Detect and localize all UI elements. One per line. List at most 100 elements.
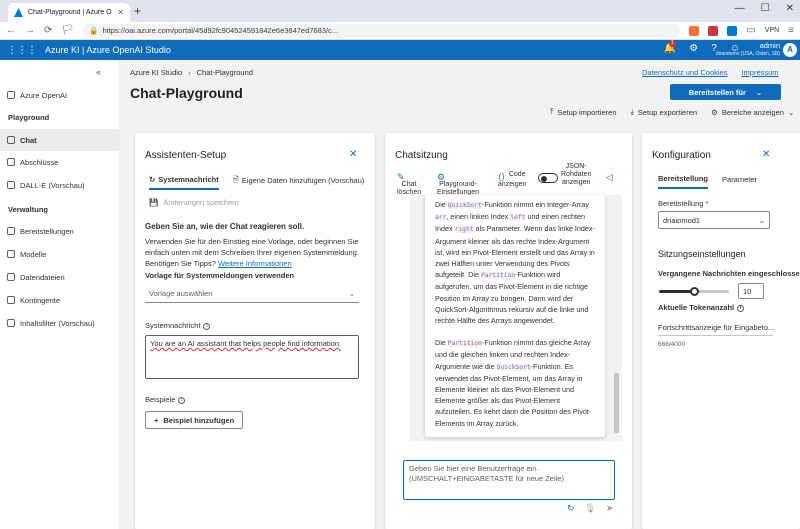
url-text: https://oai.azure.com/portal/45d92fc9045…: [102, 26, 339, 35]
sidebar-item-content-filters[interactable]: Inhaltsfilter (Vorschau): [0, 312, 119, 334]
user-subtitle: driaodemo (USA, Osten, SB): [715, 51, 780, 57]
user-info[interactable]: admin driaodemo (USA, Osten, SB): [716, 42, 780, 58]
audio-icon[interactable]: ◁: [606, 173, 613, 182]
learn-more-link[interactable]: Weitere Informationen: [218, 259, 292, 268]
gear-icon: ⚙: [437, 172, 446, 182]
sidebar-item-azure-openai[interactable]: Azure OpenAI: [0, 84, 119, 106]
notifications-icon[interactable]: 🔔 1: [664, 40, 676, 54]
address-bar[interactable]: 🔒 https://oai.azure.com/portal/45d92fc90…: [83, 23, 681, 38]
chat-icon: [7, 136, 15, 144]
deployment-label: Bereitstellung *: [658, 199, 709, 208]
sidebar-item-dalle[interactable]: DALL-E (Vorschau): [0, 174, 119, 196]
clear-chat-button[interactable]: ✎ Chat löschen: [397, 171, 421, 197]
info-icon[interactable]: i: [737, 304, 745, 312]
brand-title[interactable]: Azure KI | Azure OpenAI Studio: [45, 45, 171, 55]
tab-system-message[interactable]: ↻ Systemnachricht: [149, 175, 219, 190]
avatar[interactable]: A: [783, 43, 797, 57]
browser-tab[interactable]: Chat-Playground | Azure OpenAI St... ✕: [8, 3, 130, 22]
setup-title: Assistenten-Setup: [145, 150, 227, 161]
past-messages-input[interactable]: 10: [738, 283, 764, 299]
save-icon: 💾: [149, 198, 159, 207]
deployment-dropdown[interactable]: driaiomod1 ⌄: [658, 211, 770, 229]
extension-icon[interactable]: [708, 25, 719, 36]
minimize-icon[interactable]: —: [735, 3, 745, 14]
sidebar-item-quotas[interactable]: Kontingente: [0, 289, 119, 311]
show-panels-button[interactable]: ⚙ Bereiche anzeigen ⌄: [711, 108, 794, 117]
add-example-button[interactable]: + Beispiel hinzufügen: [145, 411, 244, 429]
sidebar-toggle-icon[interactable]: ▭: [746, 25, 755, 36]
close-setup-icon[interactable]: ✕: [349, 149, 357, 160]
completions-icon: [7, 158, 15, 166]
info-icon[interactable]: i: [203, 322, 211, 330]
sidebar-item-datafiles[interactable]: Datendateien: [0, 266, 119, 288]
vpn-button[interactable]: VPN: [765, 27, 779, 34]
settings-gear-icon[interactable]: ⚙: [689, 43, 698, 54]
top-links: Datenschutz und Cookies Impressum: [642, 68, 779, 77]
maximize-icon[interactable]: ☐: [761, 3, 770, 14]
sidebar-section-admin: Verwaltung: [8, 205, 49, 214]
privacy-link[interactable]: Datenschutz und Cookies: [642, 68, 727, 77]
back-icon[interactable]: ←: [6, 25, 16, 36]
chevron-down-icon: ⌄: [787, 107, 795, 117]
save-changes-button[interactable]: 💾 Änderungen speichern: [149, 198, 239, 207]
setup-heading: Geben Sie an, wie der Chat reagieren sol…: [145, 222, 305, 231]
imprint-link[interactable]: Impressum: [741, 68, 778, 77]
slider-thumb[interactable]: [689, 287, 699, 296]
microphone-icon[interactable]: 🎙: [585, 503, 596, 514]
plus-icon: +: [154, 415, 159, 425]
json-toggle[interactable]: [538, 173, 558, 183]
close-window-icon[interactable]: ✕: [786, 3, 794, 14]
sidebar-item-models[interactable]: Modelle: [0, 243, 119, 265]
brave-shield-icon[interactable]: [689, 25, 700, 36]
lock-icon: 🔒: [89, 26, 99, 35]
close-config-icon[interactable]: ✕: [762, 149, 770, 160]
gear-icon: ⚙: [711, 107, 718, 117]
tab-deployment[interactable]: Bereitstellung: [658, 174, 709, 189]
collapse-sidebar-icon[interactable]: «: [96, 67, 101, 77]
send-icon[interactable]: ➤: [606, 503, 614, 514]
setup-actions: ⤒ Setup importieren ⤓ Setup exportieren ⚙ B…: [550, 107, 794, 117]
browser-tab-title: Chat-Playground | Azure OpenAI St...: [28, 9, 112, 16]
close-tab-icon[interactable]: ✕: [117, 8, 124, 17]
sidebar: « Azure OpenAI Playground Chat Abschlüss…: [0, 60, 120, 529]
app-launcher-icon[interactable]: ⋮⋮⋮: [7, 45, 37, 56]
tab-parameters[interactable]: Parameter: [722, 175, 757, 188]
reset-icon[interactable]: ↻: [567, 503, 575, 514]
bookmark-icon[interactable]: 🏳: [61, 25, 74, 36]
sidebar-item-chat[interactable]: Chat: [0, 129, 119, 151]
sidebar-item-completions[interactable]: Abschlüsse: [0, 151, 119, 173]
info-icon[interactable]: i: [178, 396, 186, 404]
input-actions: ↻ 🎙 ➤: [567, 503, 614, 514]
quotas-icon: [7, 296, 15, 304]
content-filter-icon: [7, 319, 15, 327]
models-icon: [7, 250, 15, 258]
menu-icon[interactable]: ≡: [788, 25, 794, 36]
show-code-button[interactable]: ⟨⟩ Code anzeigen: [498, 171, 526, 189]
reload-icon[interactable]: ⟳: [44, 25, 52, 36]
playground-settings-button[interactable]: ⚙ Playground- Einstellungen: [437, 171, 479, 197]
extension-2-icon[interactable]: [727, 25, 738, 36]
chat-title: Chatsitzung: [395, 150, 448, 161]
chat-session-panel: Chatsitzung ✎ Chat löschen ⚙ Playground- E…: [385, 133, 632, 529]
chat-scrollbar[interactable]: [614, 373, 619, 433]
user-question-input[interactable]: Geben Sie hier eine Benutzerfrage ein. (…: [403, 460, 615, 500]
import-setup-button[interactable]: ⤒ Setup importieren: [550, 107, 617, 117]
past-messages-label: Vergangene Nachrichten eingeschlossen: [658, 269, 800, 278]
sidebar-item-deployments[interactable]: Bereitstellungen: [0, 220, 119, 242]
system-message-textarea[interactable]: You are an AI assistant that helps peopl…: [145, 335, 359, 379]
past-messages-slider[interactable]: [659, 287, 729, 296]
tab-add-data[interactable]: 🗎 Eigene Daten hinzufügen (Vorschau): [233, 174, 365, 191]
template-dropdown[interactable]: Vorlage auswählen ⌄: [145, 285, 359, 303]
toggle-knob: [541, 175, 547, 182]
export-setup-button[interactable]: ⤓ Setup exportieren: [631, 107, 698, 117]
chevron-down-icon: ⌄: [758, 215, 765, 225]
document-icon: 🗎: [232, 175, 239, 184]
deploy-button[interactable]: Bereitstellen für ⌄: [670, 84, 781, 100]
forward-icon[interactable]: →: [25, 25, 35, 36]
user-name: admin: [759, 41, 780, 50]
session-settings-heading: Sitzungseinstellungen: [658, 249, 746, 259]
json-toggle-label: JSON- Rohdaten anzeigen: [561, 163, 592, 186]
upload-icon: ⤒: [550, 107, 554, 116]
breadcrumb-item-studio[interactable]: Azure KI Studio: [130, 68, 182, 77]
new-tab-button[interactable]: +: [134, 4, 141, 18]
